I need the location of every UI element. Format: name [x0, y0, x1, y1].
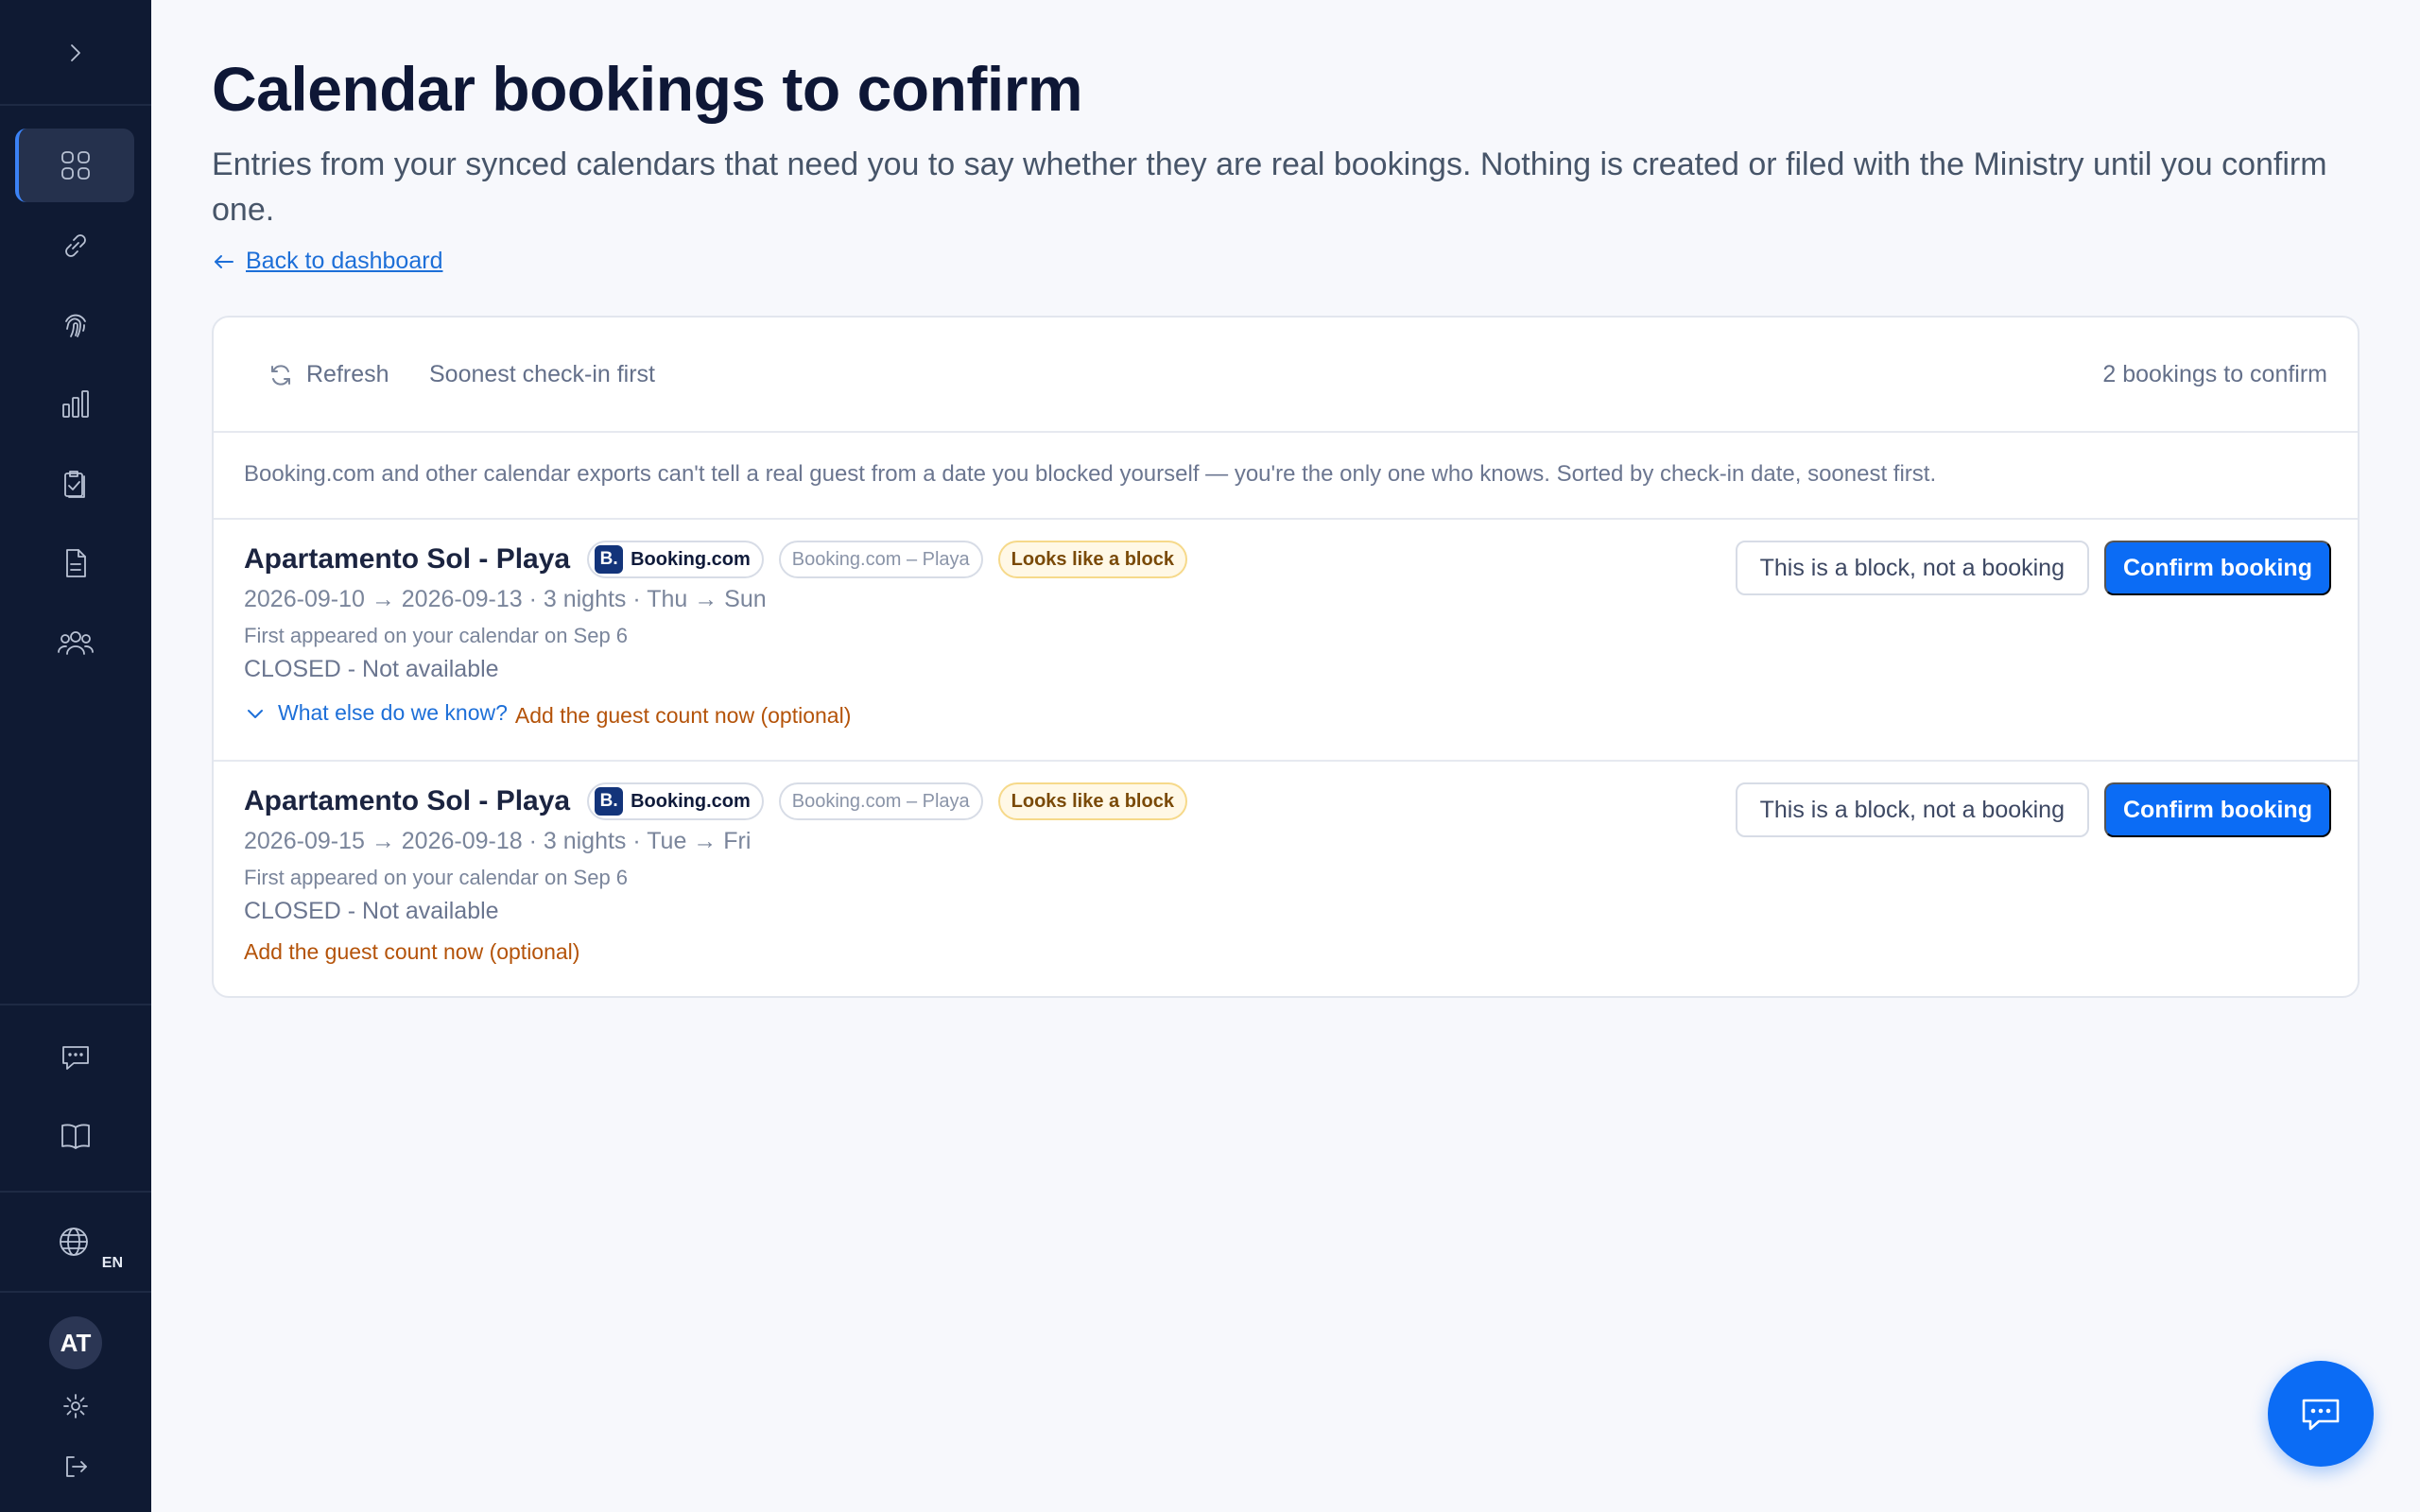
booking-dates: 2026-09-10 → 2026-09-13 · 3 nights · Thu… [244, 586, 767, 612]
sort-selector[interactable]: Soonest check-in first [429, 361, 655, 388]
support-chat-button[interactable] [2268, 1361, 2374, 1467]
page-title: Calendar bookings to confirm [212, 54, 1083, 124]
booking-dates: 2026-09-15 → 2026-09-18 · 3 nights · Tue… [244, 828, 752, 854]
arrow-left-icon [215, 254, 233, 268]
chevron-down-icon [248, 709, 263, 718]
book-icon [61, 1124, 90, 1149]
source-badge: B. Booking.com [587, 782, 764, 820]
back-to-dashboard-link[interactable]: Back to dashboard [212, 248, 442, 275]
sidebar-item-checklist[interactable] [57, 465, 95, 503]
bookings-card: Refresh Soonest check-in first 2 booking… [212, 316, 2360, 998]
logout-icon [66, 1456, 87, 1477]
booking-header: Apartamento Sol - Playa B. Booking.com B… [244, 782, 1187, 820]
source-badge: B. Booking.com [587, 541, 764, 578]
what-else-label: What else do we know? [278, 700, 508, 725]
sidebar-item-reports[interactable] [57, 386, 95, 423]
expand-sidebar-button[interactable] [38, 36, 113, 70]
page-subtitle: Entries from your synced calendars that … [212, 146, 2327, 228]
fingerprint-icon [65, 314, 86, 337]
globe-icon [60, 1228, 88, 1256]
confirm-booking-button[interactable]: Confirm booking [2104, 782, 2331, 837]
refresh-label: Refresh [306, 361, 389, 387]
dashboard-grid-icon [61, 151, 90, 180]
mark-as-block-button[interactable]: This is a block, not a booking [1735, 541, 2089, 595]
clipboard-check-icon [64, 471, 85, 498]
what-else-toggle[interactable]: What else do we know? [244, 700, 508, 726]
language-code: EN [101, 1255, 123, 1271]
sidebar-item-identity[interactable] [57, 306, 95, 344]
info-note: Booking.com and other calendar exports c… [244, 461, 1937, 487]
sidebar-divider [0, 1191, 151, 1193]
chat-icon [62, 1046, 89, 1070]
booking-row: Apartamento Sol - Playa B. Booking.com B… [244, 541, 2331, 760]
booking-row: Apartamento Sol - Playa B. Booking.com B… [244, 782, 2331, 990]
add-guest-count-link[interactable]: Add the guest count now (optional) [244, 939, 579, 965]
language-switcher[interactable] [55, 1223, 93, 1261]
sidebar-item-documents[interactable] [57, 544, 95, 582]
source-name: Booking.com [631, 790, 751, 812]
avatar[interactable]: AT [49, 1316, 102, 1369]
calendar-status: CLOSED - Not available [244, 656, 499, 682]
property-name: Apartamento Sol - Playa [244, 785, 571, 816]
sidebar-divider [0, 104, 151, 106]
sidebar: EN AT [0, 0, 151, 1512]
sidebar-item-messages[interactable] [57, 1038, 95, 1075]
sidebar-divider [0, 1004, 151, 1005]
block-warning-badge: Looks like a block [997, 541, 1187, 578]
source-name: Booking.com [631, 548, 751, 570]
first-seen-text: First appeared on your calendar on Sep 6 [244, 866, 629, 889]
booking-header: Apartamento Sol - Playa B. Booking.com B… [244, 541, 1187, 578]
refresh-icon [271, 364, 290, 386]
property-name: Apartamento Sol - Playa [244, 543, 571, 575]
add-guest-count-link[interactable]: Add the guest count now (optional) [515, 703, 851, 729]
confirm-booking-button[interactable]: Confirm booking [2104, 541, 2331, 595]
bar-chart-icon [62, 390, 89, 418]
first-seen-text: First appeared on your calendar on Sep 6 [244, 624, 629, 647]
booking-actions-links: What else do we know? Add the guest coun… [244, 697, 851, 729]
chat-icon [2302, 1399, 2340, 1431]
settings-button[interactable] [59, 1389, 93, 1423]
sidebar-item-guests[interactable] [55, 624, 96, 662]
link-icon [65, 234, 86, 257]
users-icon [58, 631, 94, 655]
bookings-count: 2 bookings to confirm [2102, 361, 2327, 387]
chevron-right-icon [71, 44, 80, 61]
mark-as-block-button[interactable]: This is a block, not a booking [1735, 782, 2089, 837]
block-warning-badge: Looks like a block [997, 782, 1187, 820]
logout-button[interactable] [59, 1450, 93, 1484]
back-link-label: Back to dashboard [246, 248, 443, 274]
document-icon [66, 549, 86, 577]
booking-logo-icon: B. [595, 787, 624, 816]
gear-icon [63, 1394, 88, 1418]
booking-logo-icon: B. [595, 545, 624, 574]
sidebar-dashboard-icon-wrap[interactable] [57, 146, 95, 184]
sidebar-item-guides[interactable] [57, 1117, 95, 1155]
refresh-button[interactable]: Refresh [268, 361, 389, 388]
row-divider [214, 760, 2358, 762]
card-toolbar: Refresh Soonest check-in first 2 booking… [214, 318, 2358, 433]
row-divider [214, 518, 2358, 520]
calendar-badge: Booking.com – Playa [778, 541, 983, 578]
calendar-badge: Booking.com – Playa [778, 782, 983, 820]
calendar-status: CLOSED - Not available [244, 898, 499, 924]
sidebar-item-links[interactable] [57, 227, 95, 265]
sidebar-divider [0, 1291, 151, 1293]
